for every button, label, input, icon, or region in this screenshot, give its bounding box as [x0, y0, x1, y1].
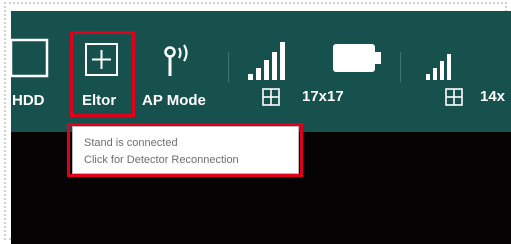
battery-icon	[333, 44, 381, 72]
signal-bars-icon	[248, 42, 285, 80]
ap-mode-label: AP Mode	[142, 92, 206, 109]
hdd-label: HDD	[12, 92, 45, 109]
toolbar-separator	[400, 52, 401, 82]
toolbar-separator	[228, 52, 229, 82]
detector-size-label-2: 14x	[480, 88, 506, 105]
detector-size-label: 17x17	[302, 88, 344, 105]
signal-bars-icon	[426, 54, 451, 80]
grid-icon	[445, 88, 463, 106]
grid-icon	[262, 88, 280, 106]
tooltip-highlight-box	[67, 123, 303, 177]
hdd-icon	[11, 38, 49, 78]
eltor-highlight-box	[70, 31, 135, 117]
wifi-antenna-icon	[164, 44, 188, 76]
